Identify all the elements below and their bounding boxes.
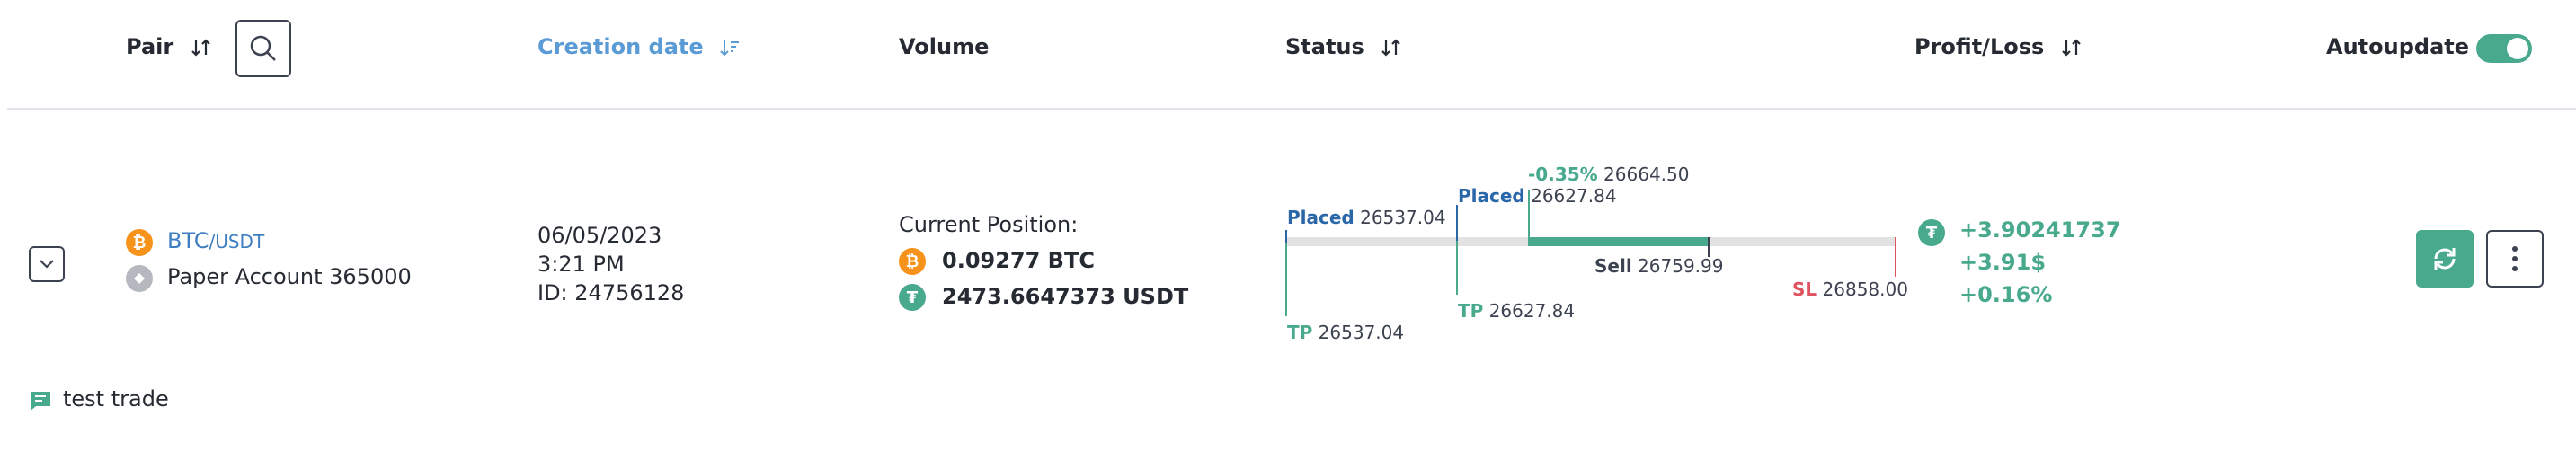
search-button[interactable]: [235, 20, 291, 77]
tp1-value: 26537.04: [1318, 322, 1405, 343]
sl-value: 26858.00: [1822, 279, 1908, 300]
toggle-knob: [2507, 38, 2528, 59]
current-value: 26664.50: [1603, 164, 1690, 185]
sell-label: Sell 26759.99: [1594, 255, 1723, 277]
bitcoin-icon: ₿: [899, 248, 926, 275]
sell-tag: Sell: [1594, 255, 1632, 277]
current-change: -0.35%: [1528, 164, 1598, 185]
chevron-down-icon: [40, 260, 54, 269]
refresh-button[interactable]: [2416, 230, 2474, 288]
volume-header-label: Volume: [899, 34, 990, 59]
column-creation-date[interactable]: Creation date: [537, 34, 740, 59]
volume-btc: 0.09277 BTC: [942, 248, 1095, 273]
note-icon: [29, 390, 52, 415]
pair-base: BTC: [167, 228, 209, 253]
volume-usdt: 2473.6647373 USDT: [942, 284, 1189, 309]
placed1-marker: [1285, 230, 1287, 243]
tp1-label: TP 26537.04: [1287, 322, 1404, 343]
pair-quote: /USDT: [209, 231, 265, 252]
sort-descending-icon: [720, 40, 740, 57]
status-header-label: Status: [1285, 34, 1364, 59]
sort-icon: [2061, 39, 2081, 57]
trade-time: 3:21 PM: [537, 252, 625, 277]
trade-date: 06/05/2023: [537, 223, 662, 248]
sl-tag: SL: [1792, 279, 1817, 300]
tp1-tag: TP: [1287, 322, 1313, 343]
header-divider: [7, 108, 2576, 110]
placed1-value: 26537.04: [1360, 207, 1446, 228]
price-progress-fill: [1528, 237, 1708, 246]
column-status[interactable]: Status: [1285, 34, 1402, 59]
current-price-label: -0.35% 26664.50: [1528, 164, 1689, 185]
expand-row-button[interactable]: [29, 246, 65, 282]
more-vertical-icon: [2512, 246, 2518, 271]
tp2-value: 26627.84: [1488, 300, 1576, 322]
tether-icon: ₮: [899, 284, 926, 311]
sort-icon: [1381, 39, 1400, 57]
paper-account-icon: [126, 265, 153, 292]
sell-value: 26759.99: [1638, 255, 1724, 277]
pair-header-label: Pair: [126, 34, 174, 59]
sl-label: SL 26858.00: [1792, 279, 1908, 300]
profit-amount: +3.90241737: [1959, 217, 2121, 243]
refresh-icon: [2434, 248, 2456, 270]
column-volume: Volume: [899, 34, 989, 59]
placed2-value: 26627.84: [1531, 185, 1617, 207]
account-name: Paper Account 365000: [167, 264, 412, 289]
placed1-tag: Placed: [1287, 207, 1355, 228]
pair-link[interactable]: BTC/USDT: [167, 228, 264, 253]
column-pair[interactable]: Pair: [126, 34, 212, 59]
tp2-tag: TP: [1458, 300, 1484, 322]
more-options-button[interactable]: [2486, 230, 2544, 288]
tp2-label: TP 26627.84: [1458, 300, 1575, 322]
tp1-marker: [1285, 230, 1287, 316]
volume-title: Current Position:: [899, 212, 1079, 237]
sell-marker: [1708, 237, 1710, 257]
trade-note: test trade: [63, 386, 169, 411]
placed2-tag: Placed: [1458, 185, 1525, 207]
tether-icon: ₮: [1918, 219, 1945, 246]
placed2-label: Placed 26627.84: [1458, 185, 1617, 207]
placed1-label: Placed 26537.04: [1287, 207, 1446, 228]
autoupdate-toggle[interactable]: [2476, 34, 2532, 63]
search-icon: [250, 35, 276, 61]
profit-usd: +3.91$: [1959, 250, 2047, 275]
column-profit-loss[interactable]: Profit/Loss: [1914, 34, 2083, 59]
trade-id: ID: 24756128: [537, 280, 685, 305]
creation-date-header-label: Creation date: [537, 34, 704, 59]
sort-icon: [191, 39, 210, 57]
sl-marker: [1895, 237, 1896, 277]
profit-percent: +0.16%: [1959, 282, 2053, 307]
bitcoin-icon: ₿: [126, 229, 153, 256]
placed2-marker: [1456, 205, 1458, 241]
autoupdate-label: Autoupdate: [2326, 34, 2470, 59]
profit-loss-header-label: Profit/Loss: [1914, 34, 2045, 59]
